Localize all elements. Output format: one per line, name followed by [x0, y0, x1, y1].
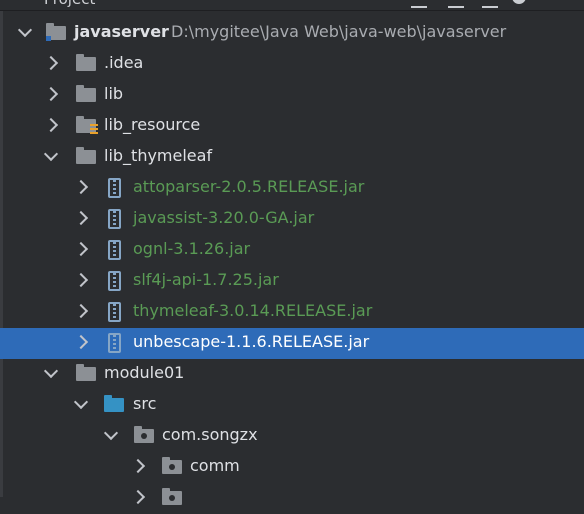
tree-item-partial[interactable] [0, 483, 584, 514]
tree-item-label: thymeleaf-3.0.14.RELEASE.jar [133, 301, 373, 320]
jar-icon [108, 209, 121, 229]
tree-item-label: attoparser-2.0.5.RELEASE.jar [133, 177, 365, 196]
tree-item-label: module01 [104, 363, 185, 382]
tree-item-label: slf4j-api-1.7.25.jar [133, 270, 279, 289]
tree-item-label: com.songzx [162, 425, 258, 444]
tree-item-lib-thymeleaf[interactable]: lib_thymeleaf [0, 142, 584, 173]
tree-item-path: D:\mygitee\Java Web\java-web\javaserver [171, 22, 507, 41]
tree-item-lib[interactable]: lib [0, 80, 584, 111]
tree-item-idea[interactable]: .idea [0, 49, 584, 80]
tree-item-label: comm [190, 456, 240, 475]
tree-item-src[interactable]: src [0, 390, 584, 421]
jar-icon [108, 333, 121, 353]
chevron-right-icon[interactable] [130, 458, 146, 474]
tree-item-label: lib_thymeleaf [104, 146, 213, 165]
tree-item-jar[interactable]: ognl-3.1.26.jar [0, 235, 584, 266]
expand-all-icon[interactable] [448, 0, 464, 8]
project-panel-header: Project [0, 0, 584, 11]
chevron-down-icon[interactable] [43, 146, 59, 162]
tree-item-label: src [133, 394, 157, 413]
tree-item-jar[interactable]: thymeleaf-3.0.14.RELEASE.jar [0, 297, 584, 328]
chevron-right-icon[interactable] [130, 489, 146, 505]
folder-icon [76, 364, 96, 381]
tree-item-jar[interactable]: javassist-3.20.0-GA.jar [0, 204, 584, 235]
tree-item-jar-selected[interactable]: unbescape-1.1.6.RELEASE.jar [0, 328, 584, 359]
jar-icon [108, 178, 121, 198]
tree-item-label: javassist-3.20.0-GA.jar [133, 208, 315, 227]
chevron-right-icon[interactable] [73, 241, 89, 257]
tree-item-module01[interactable]: module01 [0, 359, 584, 390]
module-folder-icon [46, 23, 66, 41]
tree-item-label: javaserver [74, 22, 169, 41]
tree-item-jar[interactable]: slf4j-api-1.7.25.jar [0, 266, 584, 297]
locate-icon[interactable] [411, 0, 427, 8]
chevron-right-icon[interactable] [43, 86, 59, 102]
chevron-right-icon[interactable] [43, 55, 59, 71]
tree-item-label: lib_resource [104, 115, 201, 134]
chevron-right-icon[interactable] [43, 117, 59, 133]
tree-item-lib-resource[interactable]: lib_resource [0, 111, 584, 142]
tree-item-label: .idea [104, 53, 144, 72]
folder-icon [76, 85, 96, 102]
tree-item-label: unbescape-1.1.6.RELEASE.jar [133, 332, 370, 351]
chevron-right-icon[interactable] [73, 210, 89, 226]
chevron-down-icon[interactable] [17, 22, 33, 38]
chevron-right-icon[interactable] [73, 334, 89, 350]
chevron-down-icon[interactable] [103, 425, 119, 441]
tree-item-label: ognl-3.1.26.jar [133, 239, 251, 258]
tree-item-jar[interactable]: attoparser-2.0.5.RELEASE.jar [0, 173, 584, 204]
chevron-right-icon[interactable] [73, 179, 89, 195]
tree-item-package[interactable]: com.songzx [0, 421, 584, 452]
package-icon [134, 426, 154, 443]
tree-item-label: lib [104, 84, 124, 103]
source-folder-icon [104, 395, 124, 412]
jar-icon [108, 240, 121, 260]
jar-icon [108, 271, 121, 291]
gear-icon[interactable] [512, 0, 526, 4]
chevron-right-icon[interactable] [73, 272, 89, 288]
collapse-all-icon[interactable] [482, 0, 498, 8]
tree-item-javaserver[interactable]: javaserver D:\mygitee\Java Web\java-web\… [0, 18, 584, 49]
chevron-down-icon[interactable] [73, 394, 89, 410]
panel-title: Project [44, 0, 95, 8]
folder-icon [76, 54, 96, 71]
resource-folder-icon [76, 116, 98, 134]
project-tree: javaserver D:\mygitee\Java Web\java-web\… [0, 18, 584, 514]
tree-item-comm[interactable]: comm [0, 452, 584, 483]
folder-icon [76, 147, 96, 164]
chevron-down-icon[interactable] [43, 363, 59, 379]
package-icon [162, 457, 182, 474]
jar-icon [108, 302, 121, 322]
chevron-right-icon[interactable] [73, 303, 89, 319]
package-icon [162, 488, 182, 505]
